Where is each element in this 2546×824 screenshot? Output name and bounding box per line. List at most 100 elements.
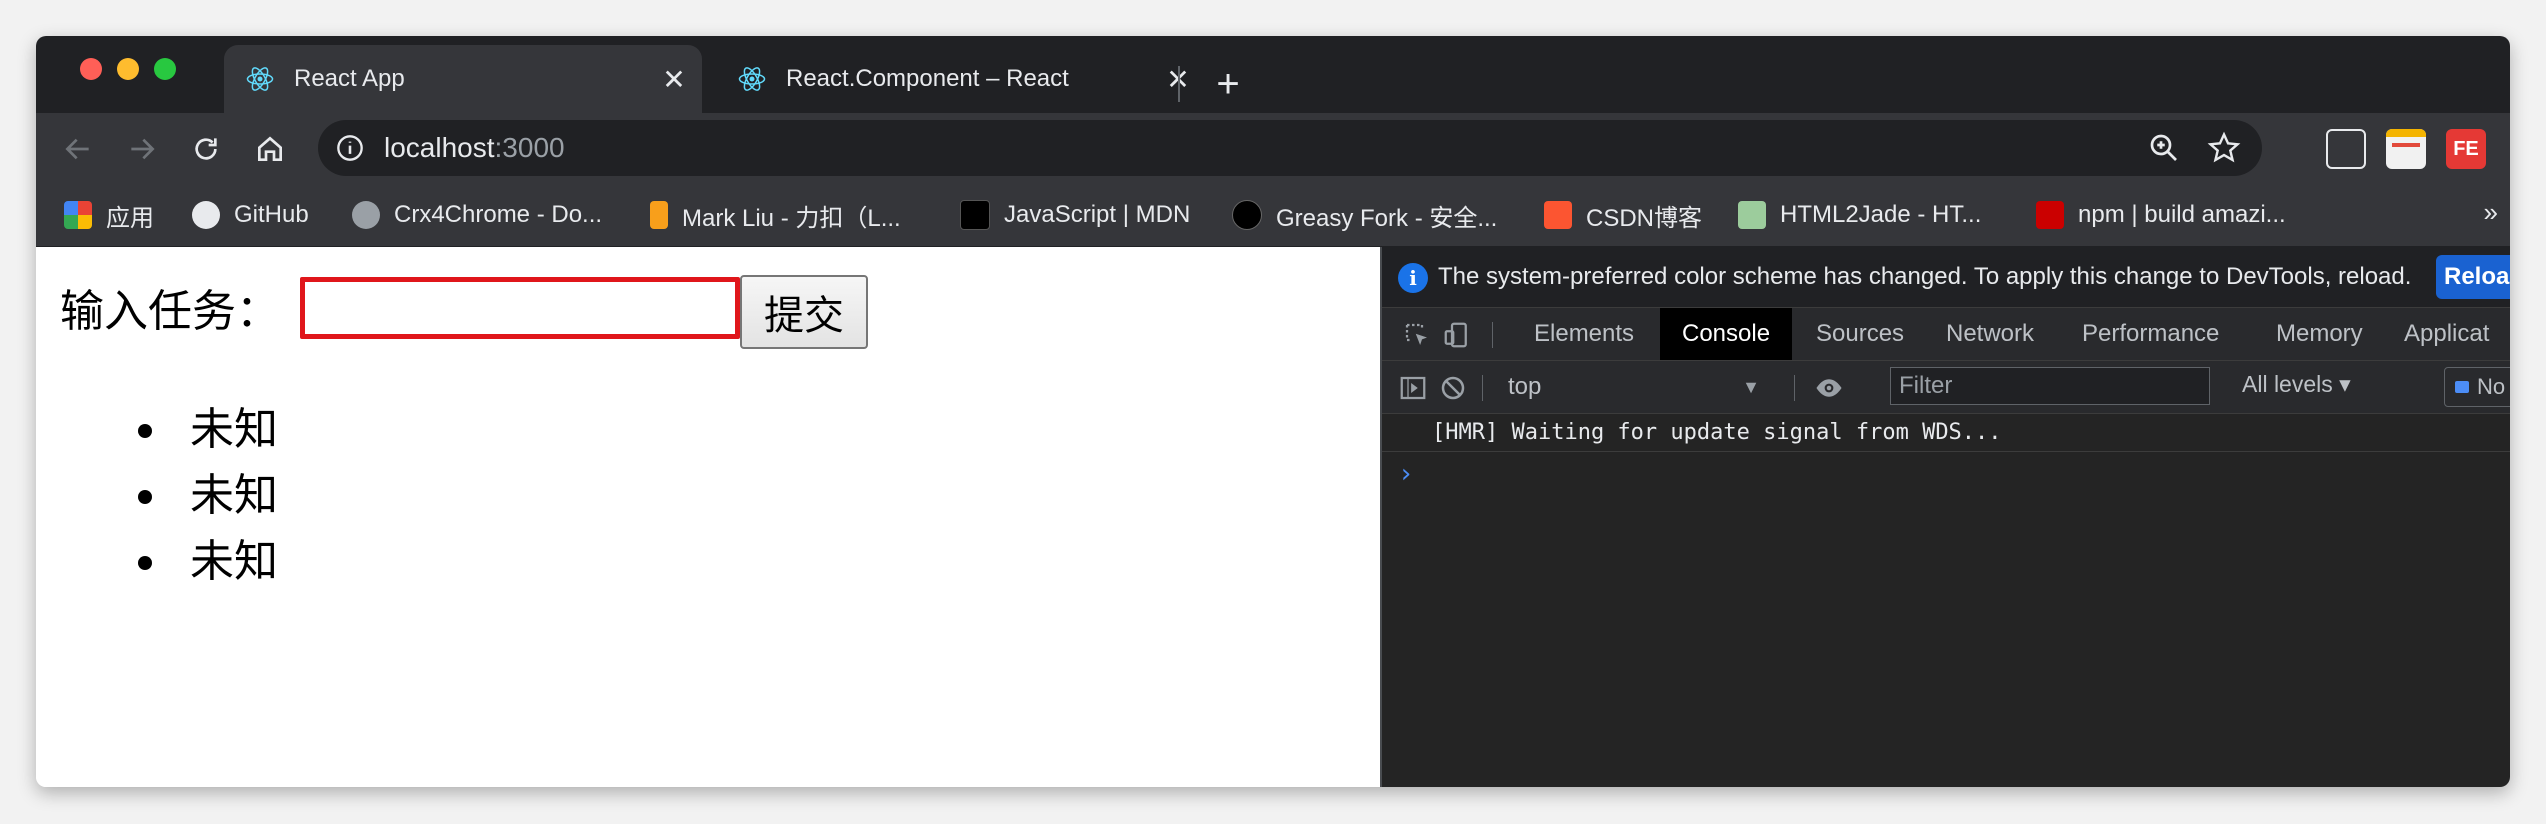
leetcode-icon	[650, 201, 668, 229]
site-info-icon[interactable]	[336, 134, 364, 162]
console-toolbar: top ▼ Filter All levels ▾ No Issues	[1382, 361, 2510, 414]
bookmark-csdn[interactable]: CSDN博客	[1544, 197, 1702, 233]
tab-elements[interactable]: Elements	[1512, 308, 1656, 360]
close-window-button[interactable]	[80, 58, 102, 80]
reload-icon	[195, 138, 217, 160]
bookmark-label: CSDN博客	[1586, 204, 1703, 232]
console-prompt-icon[interactable]: ›	[1398, 459, 1414, 489]
bookmark-crx4chrome[interactable]: Crx4Chrome - Do...	[352, 197, 602, 233]
bookmark-mdn[interactable]: JavaScript | MDN	[960, 197, 1190, 233]
bookmark-leetcode[interactable]: Mark Liu - 力扣（L...	[650, 197, 901, 233]
close-tab-icon[interactable]: ✕	[656, 61, 692, 97]
react-icon	[736, 63, 768, 95]
crx4chrome-icon	[352, 201, 380, 229]
reload-button[interactable]	[182, 125, 230, 173]
info-icon: i	[1398, 263, 1428, 293]
context-selector[interactable]: top ▼	[1508, 371, 1768, 403]
bookmark-label: Mark Liu - 力扣（L...	[682, 204, 901, 232]
tab-react-component[interactable]: React.Component – React ✕	[716, 45, 1206, 113]
tab-sources[interactable]: Sources	[1794, 308, 1926, 360]
back-arrow-icon	[65, 138, 89, 160]
address-bar[interactable]: localhost:3000	[318, 120, 2262, 176]
tab-memory[interactable]: Memory	[2254, 308, 2385, 360]
dropdown-arrow-icon: ▼	[1742, 376, 1760, 397]
url-text[interactable]: localhost:3000	[384, 132, 565, 164]
reload-devtools-button[interactable]: Reload	[2436, 255, 2510, 299]
url-host: localhost	[384, 132, 495, 163]
zoom-icon[interactable]	[2146, 130, 2182, 166]
inspect-element-icon[interactable]	[1402, 320, 1432, 350]
list-item: 未知	[138, 529, 278, 595]
bookmarks-bar: 应用 GitHub Crx4Chrome - Do... Mark Liu - …	[36, 185, 2510, 247]
tab-network[interactable]: Network	[1924, 308, 2056, 360]
bookmark-github[interactable]: GitHub	[192, 197, 309, 233]
minimize-window-button[interactable]	[117, 58, 139, 80]
csdn-icon	[1544, 201, 1572, 229]
back-button[interactable]	[54, 125, 102, 173]
browser-toolbar: localhost:3000 FE	[36, 113, 2510, 185]
bookmark-html2jade[interactable]: HTML2Jade - HT...	[1738, 197, 1981, 233]
tab-react-app[interactable]: React App ✕	[224, 45, 702, 113]
bookmarks-overflow-button[interactable]: »	[2484, 197, 2498, 228]
bookmark-label: HTML2Jade - HT...	[1780, 201, 1982, 228]
devtools-infobar: i The system-preferred color scheme has …	[1382, 247, 2510, 308]
tab-divider	[1178, 66, 1180, 102]
bookmark-label: GitHub	[234, 201, 309, 228]
bookmark-label: npm | build amazi...	[2078, 201, 2286, 228]
tab-application[interactable]: Applicat	[2382, 308, 2510, 360]
react-icon	[244, 63, 276, 95]
toolbar-divider	[1794, 375, 1795, 401]
toolbar-divider	[1482, 375, 1483, 401]
device-toolbar-icon[interactable]	[1442, 320, 1472, 350]
bookmark-npm[interactable]: npm | build amazi...	[2036, 197, 2286, 233]
bookmark-star-icon[interactable]	[2206, 130, 2242, 166]
tab-title: React App	[294, 65, 405, 92]
tab-title: React.Component – React	[786, 65, 1069, 92]
devtools-tabbar: Elements Console Sources Network Perform…	[1382, 308, 2510, 361]
task-label: 输入任务：	[60, 287, 280, 336]
log-levels-dropdown[interactable]: All levels ▾	[2242, 371, 2351, 398]
tab-console[interactable]: Console	[1660, 308, 1793, 360]
bookmark-label: 应用	[106, 204, 154, 232]
notes-extension-icon[interactable]	[2386, 129, 2426, 169]
task-input[interactable]	[300, 277, 740, 339]
zoom-window-button[interactable]	[154, 58, 176, 80]
issues-label: No Issues	[2477, 374, 2510, 399]
submit-button[interactable]: 提交	[740, 275, 868, 349]
list-item: 未知	[138, 463, 278, 529]
bookmark-label: Crx4Chrome - Do...	[394, 201, 603, 228]
context-value: top	[1508, 373, 1542, 400]
live-expression-eye-icon[interactable]	[1814, 373, 1844, 403]
fe-extension-icon[interactable]: FE	[2446, 129, 2486, 169]
forward-arrow-icon	[131, 138, 155, 160]
bookmark-label: JavaScript | MDN	[1004, 201, 1191, 228]
new-tab-button[interactable]: +	[1206, 62, 1250, 106]
reader-extension-icon[interactable]	[2326, 129, 2366, 169]
home-icon	[258, 136, 282, 161]
bookmark-label: Greasy Fork - 安全...	[1276, 204, 1498, 232]
bookmark-apps[interactable]: 应用	[64, 197, 154, 233]
task-list: 未知 未知 未知	[138, 397, 278, 595]
clear-console-icon[interactable]	[1438, 373, 1468, 403]
bookmark-greasyfork[interactable]: Greasy Fork - 安全...	[1232, 197, 1497, 233]
npm-icon	[2036, 201, 2064, 229]
github-icon	[192, 201, 220, 229]
page-viewport: 输入任务： 提交 未知 未知 未知	[36, 247, 1380, 787]
forward-button[interactable]	[118, 125, 166, 173]
greasyfork-icon	[1232, 200, 1262, 230]
browser-window: React App ✕ React.Component – React ✕ +	[36, 36, 2510, 787]
sidebar-toggle-icon[interactable]	[1398, 373, 1428, 403]
tab-performance[interactable]: Performance	[2060, 308, 2241, 360]
list-item: 未知	[138, 397, 278, 463]
url-port: :3000	[494, 132, 565, 163]
home-button[interactable]	[246, 125, 294, 173]
issues-flag-icon	[2455, 381, 2469, 393]
mdn-icon	[960, 200, 990, 230]
console-filter-input[interactable]: Filter	[1890, 367, 2210, 405]
tab-strip: React App ✕ React.Component – React ✕ +	[36, 36, 2510, 113]
toolbar-divider	[1492, 322, 1493, 348]
html2jade-icon	[1738, 201, 1766, 229]
apps-grid-icon	[64, 201, 92, 229]
info-message: The system-preferred color scheme has ch…	[1438, 263, 2412, 290]
issues-button[interactable]: No Issues	[2444, 367, 2510, 407]
